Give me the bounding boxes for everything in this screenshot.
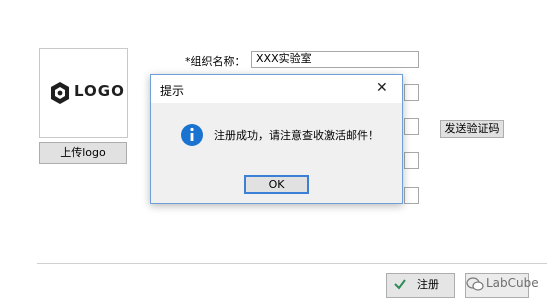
dialog-title: 提示: [160, 84, 185, 98]
watermark-text: LabCube: [486, 276, 539, 290]
logo-preview: LOGO: [39, 48, 128, 138]
org-name-input[interactable]: XXX实验室: [251, 51, 419, 68]
info-icon: [181, 124, 203, 146]
form-field-2[interactable]: [404, 84, 419, 101]
logo-text: LOGO: [74, 82, 125, 100]
dialog-message: 注册成功，请注意查收激活邮件！: [214, 129, 379, 142]
register-button[interactable]: 注册: [386, 273, 455, 298]
register-label: 注册: [417, 278, 439, 291]
close-icon[interactable]: ✕: [376, 81, 388, 95]
verification-code-input[interactable]: [404, 118, 419, 135]
org-name-label: *组织名称：: [185, 55, 246, 68]
message-dialog: 提示 ✕ 注册成功，请注意查收激活邮件！ OK: [150, 74, 403, 204]
send-code-button[interactable]: 发送验证码: [440, 120, 504, 138]
form-field-5[interactable]: [404, 187, 419, 204]
upload-logo-button[interactable]: 上传logo: [39, 142, 127, 164]
ok-button[interactable]: OK: [244, 175, 309, 194]
logo-mark-icon: [51, 82, 69, 104]
dialog-titlebar: [151, 75, 402, 103]
footer-divider: [37, 263, 547, 264]
form-field-4[interactable]: [404, 152, 419, 169]
wechat-icon: [466, 277, 484, 291]
check-icon: [394, 279, 406, 290]
